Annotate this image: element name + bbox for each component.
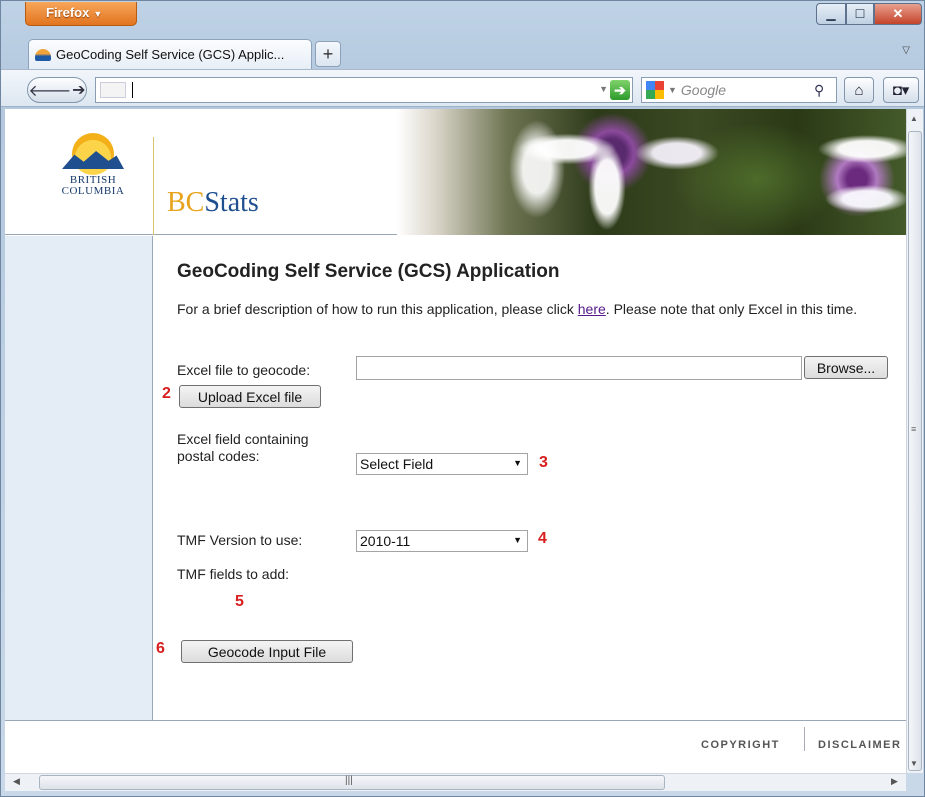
left-sidebar: [5, 236, 153, 720]
page-title: GeoCoding Self Service (GCS) Application: [177, 261, 560, 282]
scroll-up-icon[interactable]: ▲: [910, 114, 918, 123]
scroll-left-icon[interactable]: ◀: [13, 776, 20, 787]
disclaimer-link[interactable]: DISCLAIMER: [818, 739, 901, 751]
marker-4: 4: [538, 530, 547, 547]
horizontal-scrollbar[interactable]: ◀ ||| ▶: [5, 773, 906, 791]
brand-prefix: BC: [167, 187, 205, 218]
marker-2: 2: [162, 385, 171, 402]
bookmark-icon: ◘▾: [892, 82, 910, 99]
page-description: For a brief description of how to run th…: [177, 301, 858, 317]
scroll-right-icon[interactable]: ▶: [891, 776, 898, 787]
flower-banner-image: [397, 109, 906, 235]
marker-6: 6: [156, 640, 165, 657]
vertical-scrollbar[interactable]: ▲ ≡ ▼: [906, 109, 923, 773]
footer-separator: [804, 727, 805, 751]
logo-text-line2: COLUMBIA: [61, 185, 125, 197]
tab-title: GeoCoding Self Service (GCS) Applic...: [56, 47, 285, 62]
close-window-button[interactable]: ✕: [874, 3, 922, 25]
browser-tab[interactable]: GeoCoding Self Service (GCS) Applic...: [28, 39, 312, 69]
scroll-grip-icon: |||: [345, 775, 353, 786]
excel-file-input[interactable]: [356, 356, 802, 380]
scroll-down-icon[interactable]: ▼: [910, 759, 918, 768]
tmf-version-select[interactable]: 2010-11 ▼: [356, 530, 528, 552]
marker-5: 5: [235, 593, 244, 610]
banner-divider: [153, 137, 154, 235]
home-icon: ⌂: [854, 81, 864, 99]
search-icon[interactable]: ⚲: [814, 82, 836, 99]
scroll-grip-icon: ≡: [911, 424, 917, 434]
search-input[interactable]: ▼ Google ⚲: [641, 77, 837, 103]
chevron-down-icon: ▼: [513, 458, 522, 468]
site-identity-icon[interactable]: [100, 82, 126, 98]
back-forward-buttons[interactable]: 🡐 ➔: [27, 77, 87, 103]
google-icon[interactable]: [646, 81, 664, 99]
postal-field-select[interactable]: Select Field ▼: [356, 453, 528, 475]
search-engine-dropdown-icon[interactable]: ▼: [668, 85, 677, 95]
postal-field-label: Excel field containing postal codes:: [177, 431, 309, 464]
page-banner: BRITISH COLUMBIA BCStats: [5, 109, 906, 235]
maximize-button[interactable]: ☐: [846, 3, 874, 25]
back-arrow-icon[interactable]: 🡐: [28, 80, 71, 101]
bc-favicon-icon: [35, 48, 51, 61]
chevron-down-icon: ▼: [93, 9, 103, 19]
go-arrow-icon[interactable]: ➔: [610, 80, 630, 100]
bcstats-brand[interactable]: BCStats: [167, 187, 259, 219]
help-link[interactable]: here: [578, 301, 606, 317]
new-tab-button[interactable]: +: [315, 41, 341, 67]
search-placeholder: Google: [680, 82, 727, 98]
url-input[interactable]: ▼ ➔: [95, 77, 633, 103]
sun-mountain-icon: [62, 133, 124, 175]
list-all-tabs-icon[interactable]: ▽: [902, 45, 910, 56]
tmf-fields-label: TMF fields to add:: [177, 566, 290, 582]
brand-suffix: Stats: [204, 187, 259, 218]
forward-arrow-icon[interactable]: ➔: [72, 80, 85, 100]
minimize-button[interactable]: ▁: [816, 3, 846, 25]
url-dropdown-icon[interactable]: ▼: [599, 84, 608, 94]
main-content: GeoCoding Self Service (GCS) Application…: [154, 236, 906, 720]
browser-window: Firefox ▼ ▁ ☐ ✕ GeoCoding Self Service (G…: [0, 0, 925, 797]
firefox-menu-button[interactable]: Firefox ▼: [25, 2, 137, 26]
chevron-down-icon: ▼: [513, 535, 522, 545]
bookmarks-button[interactable]: ◘▾: [883, 77, 919, 103]
browse-button[interactable]: Browse...: [804, 356, 888, 379]
geocode-input-button[interactable]: Geocode Input File: [181, 640, 353, 663]
copyright-link[interactable]: COPYRIGHT: [701, 739, 780, 751]
tmf-version-label: TMF Version to use:: [177, 532, 303, 548]
bc-logo[interactable]: BRITISH COLUMBIA: [53, 133, 133, 197]
marker-3: 3: [539, 454, 548, 471]
page-footer: COPYRIGHT DISCLAIMER: [5, 721, 906, 773]
vertical-scroll-thumb[interactable]: [908, 131, 922, 771]
file-label: Excel file to geocode:: [177, 362, 311, 378]
upload-excel-button[interactable]: Upload Excel file: [179, 385, 321, 408]
page-viewport: BRITISH COLUMBIA BCStats GeoCoding Self …: [5, 109, 906, 773]
navigation-toolbar: 🡐 ➔ ▼ ➔ ▼ Google ⚲ ⌂ ◘▾: [1, 69, 924, 107]
home-button[interactable]: ⌂: [844, 77, 874, 103]
text-cursor: [132, 82, 133, 98]
